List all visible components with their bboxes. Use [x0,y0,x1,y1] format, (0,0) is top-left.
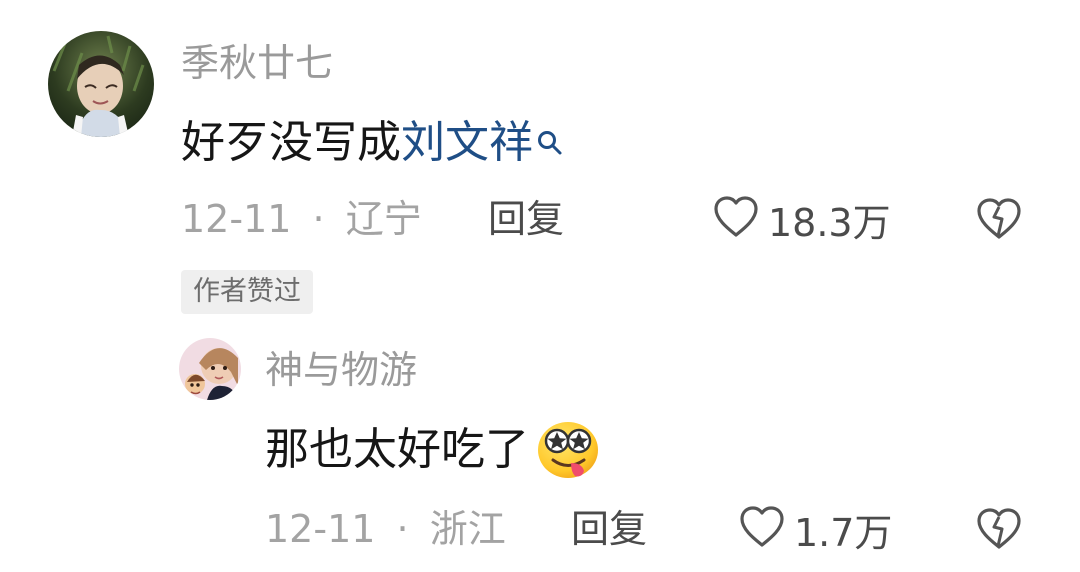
comment-content: 那也太好吃了 [265,421,599,479]
reply-button[interactable]: 回复 [488,195,564,243]
like-count: 18.3万 [768,200,891,245]
comment-text: 那也太好吃了 [265,424,529,475]
meta-separator: · [396,507,409,551]
dislike-button[interactable] [975,197,1023,245]
author-liked-badge: 作者赞过 [181,270,313,314]
comment-date: 12-11 [265,507,376,551]
username[interactable]: 神与物游 [265,346,417,394]
comment-meta: 12-11 · 浙江 [265,505,506,553]
search-link[interactable]: 刘文祥 [401,115,533,171]
avatar[interactable] [48,31,154,137]
comment-meta: 12-11 · 辽宁 [181,195,422,243]
search-icon[interactable] [535,116,565,155]
heart-icon[interactable] [738,505,794,560]
like-button[interactable]: 18.3万 [712,195,891,250]
broken-heart-icon[interactable] [975,198,1023,245]
dislike-button[interactable] [975,507,1023,555]
comment-location: 辽宁 [345,197,422,241]
like-count: 1.7万 [794,510,893,555]
reply-button[interactable]: 回复 [571,505,647,553]
star-eyes-tongue-emoji [537,421,599,479]
username[interactable]: 季秋廿七 [181,39,333,87]
avatar[interactable] [179,338,241,400]
heart-icon[interactable] [712,195,768,250]
like-button[interactable]: 1.7万 [738,505,892,560]
comment-content: 好歹没写成 刘文祥 [181,115,565,171]
comment-location: 浙江 [429,507,506,551]
comment-date: 12-11 [181,197,292,241]
comment-text: 好歹没写成 [181,117,401,168]
broken-heart-icon[interactable] [975,508,1023,555]
meta-separator: · [312,197,325,241]
